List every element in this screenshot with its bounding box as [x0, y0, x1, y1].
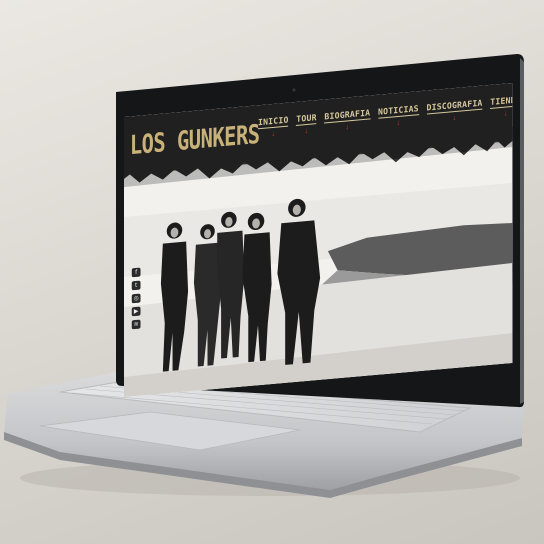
- nav-label: NOTICIAS: [378, 103, 419, 119]
- nav-label: INICIO: [257, 114, 289, 130]
- laptop-mockup-scene: LOS GUNKERS INICIO ↓ TOUR ↓ BIOGRAFIA ↓ …: [0, 0, 544, 544]
- arrow-down-icon: ↓: [503, 108, 508, 118]
- nav-label: TIENDA: [490, 94, 513, 109]
- twitter-icon[interactable]: t: [131, 280, 141, 291]
- facebook-icon[interactable]: f: [131, 267, 141, 278]
- arrow-down-icon: ↓: [271, 128, 276, 139]
- nav-label: TOUR: [296, 112, 317, 126]
- nav-item-tienda[interactable]: TIENDA ↓: [490, 94, 513, 119]
- nav-item-tour[interactable]: TOUR ↓: [296, 112, 317, 136]
- arrow-down-icon: ↓: [396, 117, 401, 128]
- nav-item-biografia[interactable]: BIOGRAFIA ↓: [324, 107, 371, 133]
- arrow-down-icon: ↓: [452, 112, 457, 123]
- social-links: f t ◎ ▶ ≋: [131, 267, 141, 334]
- youtube-icon[interactable]: ▶: [131, 306, 141, 317]
- website-screen: LOS GUNKERS INICIO ↓ TOUR ↓ BIOGRAFIA ↓ …: [124, 83, 513, 397]
- spotify-icon[interactable]: ≋: [131, 319, 141, 330]
- lid-edge: [520, 58, 524, 404]
- nav-item-noticias[interactable]: NOTICIAS ↓: [378, 103, 419, 129]
- nav-item-discografia[interactable]: DISCOGRAFIA ↓: [426, 97, 483, 125]
- nav-item-inicio[interactable]: INICIO ↓: [257, 114, 289, 140]
- instagram-icon[interactable]: ◎: [131, 293, 141, 304]
- webcam: [292, 88, 296, 92]
- arrow-down-icon: ↓: [304, 125, 309, 136]
- nav-label: DISCOGRAFIA: [426, 97, 483, 115]
- arrow-down-icon: ↓: [345, 122, 350, 132]
- nav-label: BIOGRAFIA: [324, 107, 371, 124]
